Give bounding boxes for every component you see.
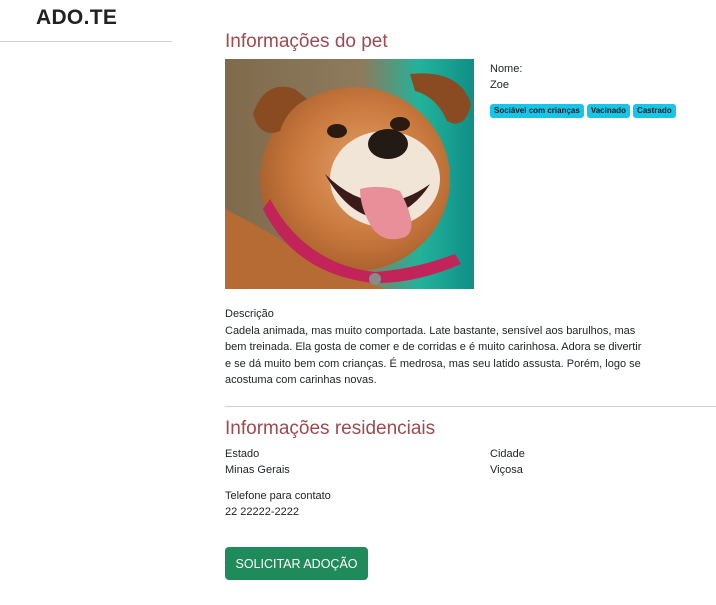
brand-logo[interactable]: ADO.TE (36, 6, 117, 30)
request-adoption-button[interactable]: SOLICITAR ADOÇÃO (225, 547, 368, 580)
phone-label: Telefone para contato (225, 490, 331, 502)
tag-badge: Sociável com crianças (490, 104, 584, 118)
phone-field: Telefone para contato 22 22222-2222 (225, 488, 331, 520)
section-divider (225, 406, 716, 407)
description-text: Cadela animada, mas muito comportada. La… (225, 324, 642, 387)
name-value: Zoe (490, 79, 509, 91)
pet-details: Nome: Zoe Sociável com crianças Vacinado… (490, 61, 676, 118)
tag-list: Sociável com crianças Vacinado Castrado (490, 104, 676, 118)
description-block: Descrição Cadela animada, mas muito comp… (225, 306, 645, 389)
city-field: Cidade Viçosa (490, 446, 525, 478)
tag-badge: Castrado (632, 104, 676, 118)
state-field: Estado Minas Gerais (225, 446, 290, 478)
state-value: Minas Gerais (225, 464, 290, 476)
pet-info-title: Informações do pet (225, 31, 388, 52)
description-label: Descrição (225, 308, 274, 320)
city-label: Cidade (490, 448, 525, 460)
tag-badge: Vacinado (586, 104, 630, 118)
name-label: Nome: (490, 63, 523, 75)
pet-photo (225, 59, 474, 289)
city-value: Viçosa (490, 464, 523, 476)
residential-info-title: Informações residenciais (225, 418, 436, 439)
dog-image (225, 59, 474, 289)
sidebar-divider (0, 41, 172, 42)
state-label: Estado (225, 448, 260, 460)
phone-value: 22 22222-2222 (225, 506, 300, 518)
